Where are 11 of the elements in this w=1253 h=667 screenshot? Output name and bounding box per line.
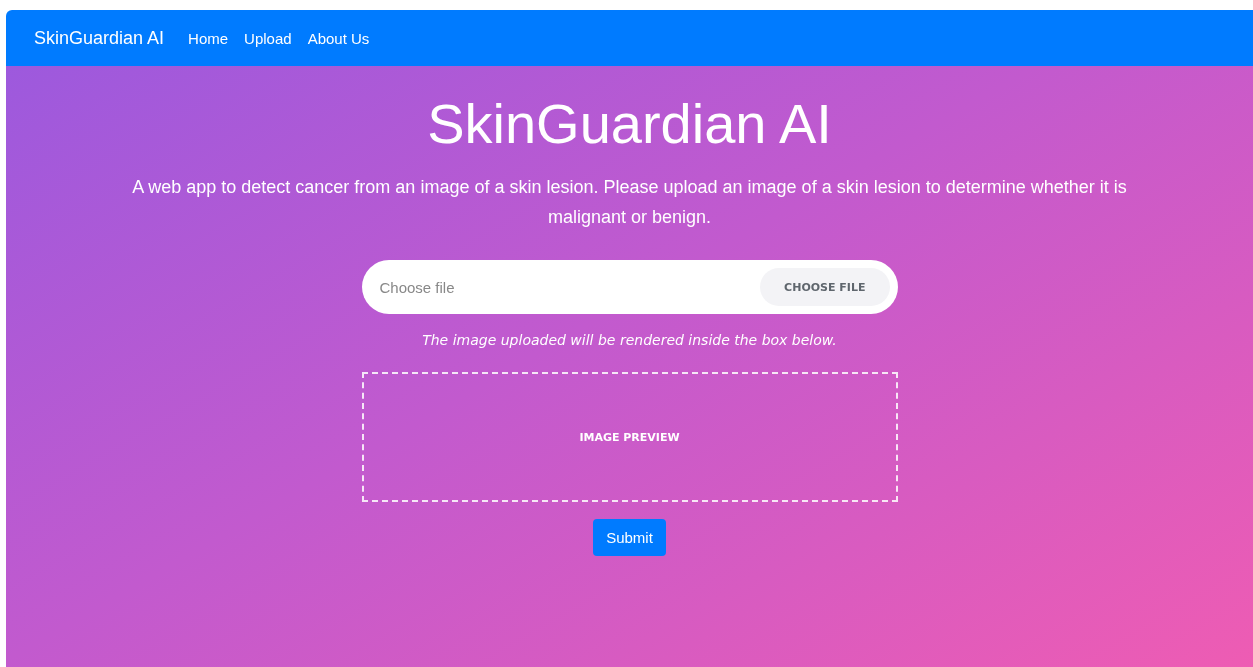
page-title: SkinGuardian AI [427, 91, 832, 157]
description: A web app to detect cancer from an image of a skin lesion. Please upload an image of a skin lesion to determine whether it is malignant or benign. [131, 176, 1128, 229]
submit-button[interactable]: Submit [593, 519, 666, 556]
choose-file-button[interactable]: CHOOSE FILE [760, 268, 890, 306]
brand-link[interactable]: SkinGuardian AI [34, 27, 165, 49]
upload-note: The image uploaded will be rendered inside the box below. [422, 332, 837, 348]
nav-link[interactable]: Home [188, 29, 229, 47]
preview-label: IMAGE PREVIEW [579, 430, 680, 444]
nav-link[interactable]: Upload [244, 29, 292, 47]
nav-link[interactable]: About Us [307, 29, 370, 47]
file-input-field[interactable]: Choose file CHOOSE FILE [361, 260, 898, 314]
